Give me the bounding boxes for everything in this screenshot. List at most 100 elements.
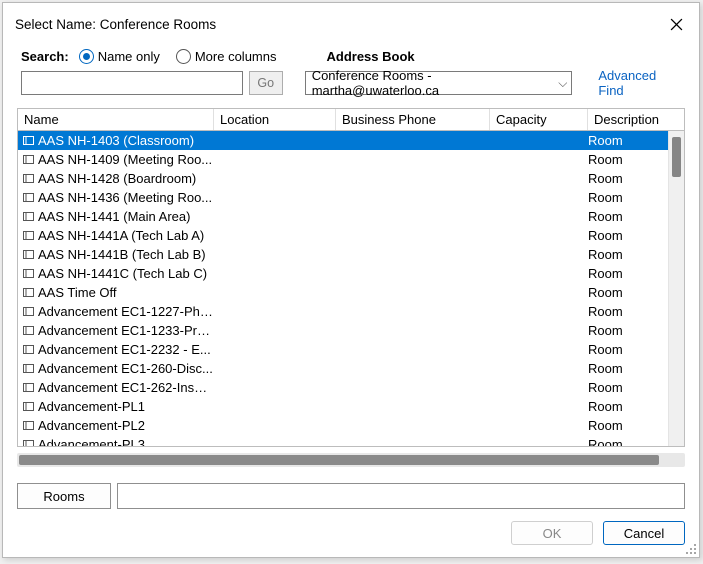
table-row[interactable]: Advancement-PL1Room [18,397,668,416]
table-row[interactable]: AAS NH-1441C (Tech Lab C)Room [18,264,668,283]
table-row[interactable]: Advancement EC1-262-Inspi...Room [18,378,668,397]
row-name: Advancement EC1-2232 - E... [36,342,214,357]
resize-grip-icon[interactable] [683,541,697,555]
row-icon [20,173,36,184]
row-icon [20,249,36,260]
table-row[interactable]: Advancement-PL3 Room [18,435,668,446]
row-icon [20,439,36,446]
radio-icon-unchecked [176,49,191,64]
close-button[interactable] [663,11,689,37]
radio-more-columns-label: More columns [195,49,277,64]
action-row: OK Cancel [3,509,699,557]
col-header-description[interactable]: Description [588,109,684,130]
row-name: AAS Time Off [36,285,214,300]
col-header-capacity[interactable]: Capacity [490,109,588,130]
search-label: Search: [21,49,69,64]
dialog-title: Select Name: Conference Rooms [15,17,216,32]
rooms-button[interactable]: Rooms [17,483,111,509]
row-name: AAS NH-1441B (Tech Lab B) [36,247,214,262]
table-row[interactable]: AAS NH-1409 (Meeting Roo...Room [18,150,668,169]
row-icon [20,192,36,203]
address-card-icon [23,135,34,146]
address-card-icon [23,211,34,222]
address-card-icon [23,401,34,412]
row-icon [20,325,36,336]
address-card-icon [23,344,34,355]
advanced-find-link[interactable]: Advanced Find [598,68,685,98]
dialog-window: Select Name: Conference Rooms Search: Na… [2,2,700,558]
ok-button[interactable]: OK [511,521,593,545]
address-card-icon [23,230,34,241]
rooms-row: Rooms [17,483,685,509]
address-book-select[interactable]: Conference Rooms - martha@uwaterloo.ca ⌵ [305,71,573,95]
radio-name-only[interactable]: Name only [79,49,160,64]
horizontal-scrollbar-thumb[interactable] [19,455,659,465]
top-controls: Search: Name only More columns Address B… [3,41,699,102]
table-row[interactable]: Advancement EC1-1227-Phil...Room [18,302,668,321]
row-icon [20,401,36,412]
row-description: Room [588,209,668,224]
row-description: Room [588,399,668,414]
vertical-scrollbar[interactable] [668,131,684,446]
table-row[interactable]: Advancement EC1-2232 - E... Room [18,340,668,359]
row-icon [20,420,36,431]
col-header-name[interactable]: Name [18,109,214,130]
search-input[interactable] [21,71,243,95]
address-card-icon [23,325,34,336]
table-row[interactable]: AAS Time Off Room [18,283,668,302]
table-row[interactable]: AAS NH-1436 (Meeting Roo...Room [18,188,668,207]
row-description: Room [588,285,668,300]
rooms-input[interactable] [117,483,685,509]
grid-header: Name Location Business Phone Capacity De… [17,108,685,131]
titlebar: Select Name: Conference Rooms [3,3,699,41]
table-row[interactable]: Advancement EC1-260-Disc...Room [18,359,668,378]
row-name: AAS NH-1441 (Main Area) [36,209,214,224]
row-icon [20,344,36,355]
vertical-scrollbar-thumb[interactable] [672,137,681,177]
col-header-location[interactable]: Location [214,109,336,130]
row-description: Room [588,323,668,338]
results-grid: Name Location Business Phone Capacity De… [17,108,685,447]
row-icon [20,287,36,298]
chevron-down-icon: ⌵ [558,76,567,91]
table-row[interactable]: AAS NH-1403 (Classroom)Room [18,131,668,150]
address-book-selected: Conference Rooms - martha@uwaterloo.ca [312,68,559,98]
row-description: Room [588,342,668,357]
row-name: Advancement EC1-1227-Phil... [36,304,214,319]
table-row[interactable]: AAS NH-1441 (Main Area) Room [18,207,668,226]
address-card-icon [23,363,34,374]
row-icon [20,363,36,374]
row-icon [20,211,36,222]
row-name: AAS NH-1436 (Meeting Roo... [36,190,214,205]
close-icon [670,18,683,31]
row-icon [20,382,36,393]
table-row[interactable]: AAS NH-1441A (Tech Lab A)Room [18,226,668,245]
cancel-button[interactable]: Cancel [603,521,685,545]
row-name: Advancement-PL3 [36,437,214,446]
row-description: Room [588,437,668,446]
address-card-icon [23,439,34,446]
address-card-icon [23,192,34,203]
horizontal-scrollbar[interactable] [17,453,685,467]
address-card-icon [23,154,34,165]
row-name: Advancement EC1-1233-Pro... [36,323,214,338]
grid-body: AAS NH-1403 (Classroom)RoomAAS NH-1409 (… [17,131,685,447]
row-icon [20,154,36,165]
table-row[interactable]: AAS NH-1428 (Boardroom)Room [18,169,668,188]
row-icon [20,268,36,279]
address-card-icon [23,249,34,260]
address-card-icon [23,306,34,317]
radio-name-only-label: Name only [98,49,160,64]
col-header-phone[interactable]: Business Phone [336,109,490,130]
row-icon [20,135,36,146]
row-description: Room [588,228,668,243]
table-row[interactable]: Advancement EC1-1233-Pro... Room [18,321,668,340]
row-icon [20,230,36,241]
table-row[interactable]: Advancement-PL2Room [18,416,668,435]
row-description: Room [588,152,668,167]
row-name: AAS NH-1428 (Boardroom) [36,171,214,186]
go-button[interactable]: Go [249,71,283,95]
address-card-icon [23,287,34,298]
table-row[interactable]: AAS NH-1441B (Tech Lab B)Room [18,245,668,264]
radio-more-columns[interactable]: More columns [176,49,277,64]
